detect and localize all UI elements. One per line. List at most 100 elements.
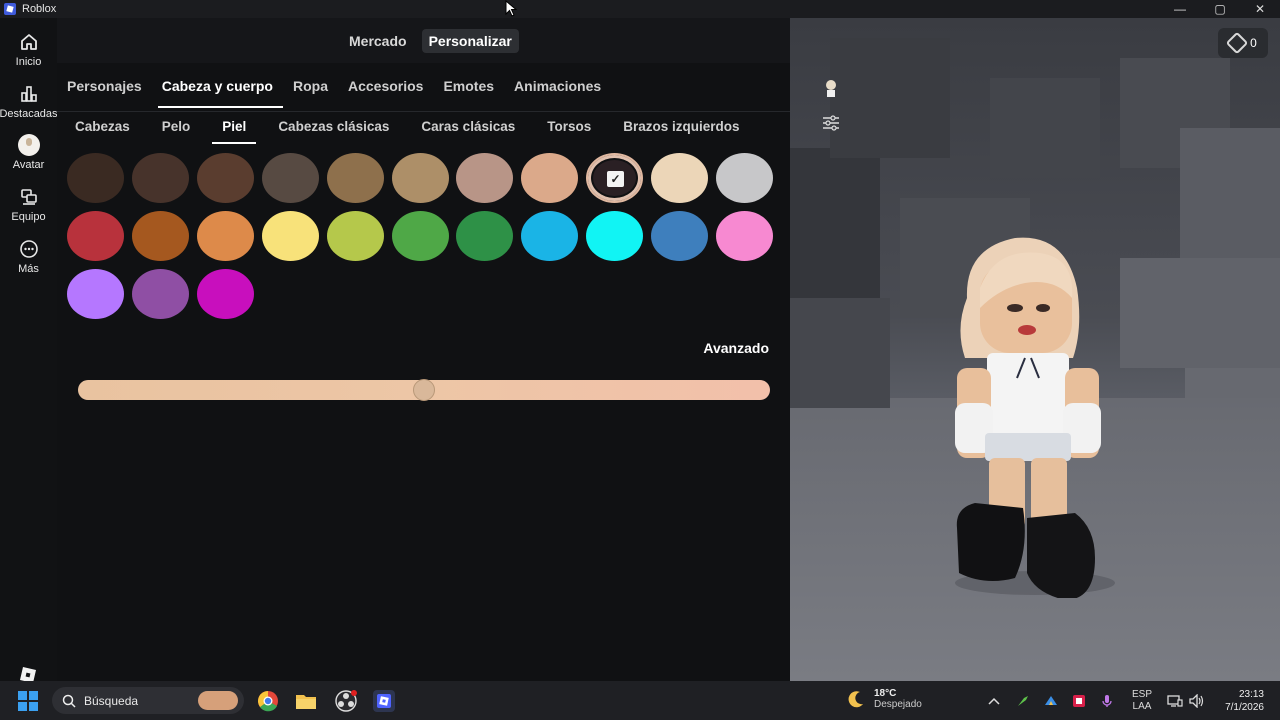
checkmark-icon: ✓ xyxy=(607,171,624,187)
microphone-icon[interactable] xyxy=(1098,681,1116,720)
scene-block xyxy=(990,78,1100,178)
skin-color-swatch[interactable] xyxy=(327,211,384,261)
skin-color-swatch[interactable] xyxy=(197,211,254,261)
tray-app-icon[interactable] xyxy=(1014,681,1032,720)
windows-logo-tile xyxy=(29,702,38,711)
skin-color-swatch[interactable] xyxy=(521,153,578,203)
tab-mercado[interactable]: Mercado xyxy=(342,29,414,53)
subtab-piel[interactable]: Piel xyxy=(212,119,257,144)
weather-widget[interactable]: 18°C Despejado xyxy=(846,688,922,710)
avatar-viewport[interactable]: 0 xyxy=(790,18,1280,681)
roblox-taskbar-icon[interactable] xyxy=(373,690,395,712)
scene-block xyxy=(830,38,950,158)
tab-personajes[interactable]: Personajes xyxy=(67,78,142,108)
nav-item-mas[interactable]: Más xyxy=(0,238,57,275)
chevron-up-icon[interactable] xyxy=(986,681,1002,720)
skin-color-swatch[interactable] xyxy=(67,153,124,203)
search-highlight-icon xyxy=(198,691,238,710)
tab-accesorios[interactable]: Accesorios xyxy=(348,78,423,108)
tab-animaciones[interactable]: Animaciones xyxy=(514,78,601,108)
obs-app-icon[interactable] xyxy=(335,690,357,712)
nav-item-destacadas[interactable]: Destacadas xyxy=(0,83,58,120)
skin-color-swatch[interactable] xyxy=(67,211,124,261)
panel-header: Mercado Personalizar xyxy=(57,18,790,63)
nav-label-inicio: Inicio xyxy=(15,56,42,68)
skin-color-swatch[interactable] xyxy=(197,153,254,203)
skin-color-swatch[interactable] xyxy=(132,269,189,319)
maximize-button[interactable]: ▢ xyxy=(1200,0,1240,18)
skin-color-swatch[interactable] xyxy=(262,211,319,261)
subtab-torsos[interactable]: Torsos xyxy=(547,119,591,144)
nav-label-avatar: Avatar xyxy=(12,159,45,171)
roblox-app-icon xyxy=(4,3,16,15)
sliders-icon xyxy=(823,115,839,131)
volume-icon[interactable] xyxy=(1188,681,1206,720)
home-icon xyxy=(18,31,40,53)
subtab-cabezas[interactable]: Cabezas xyxy=(75,119,130,144)
skin-color-swatch[interactable] xyxy=(716,211,773,261)
skin-color-swatch[interactable] xyxy=(67,269,124,319)
skin-color-swatch[interactable]: ✓ xyxy=(586,153,643,203)
skin-color-swatch[interactable] xyxy=(716,153,773,203)
lang-top: ESP xyxy=(1131,688,1152,700)
slider-thumb[interactable] xyxy=(413,379,435,401)
avatar-model xyxy=(955,237,1115,598)
tab-personalizar[interactable]: Personalizar xyxy=(421,29,519,53)
weather-text: 18°C Despejado xyxy=(874,688,922,710)
minimize-button[interactable]: — xyxy=(1160,0,1200,18)
start-button[interactable] xyxy=(18,691,38,711)
skin-color-swatch[interactable] xyxy=(651,211,708,261)
skin-color-swatch[interactable] xyxy=(132,153,189,203)
skin-color-swatch[interactable] xyxy=(262,153,319,203)
network-icon[interactable] xyxy=(1166,681,1184,720)
subtab-pelo[interactable]: Pelo xyxy=(162,119,191,144)
avatar-editor-panel: Mercado Personalizar Personajes Cabeza y… xyxy=(57,18,790,681)
avatar-thumbnail xyxy=(17,134,40,156)
top-tabs: Mercado Personalizar xyxy=(342,29,519,53)
nav-item-avatar[interactable]: Avatar xyxy=(0,134,57,171)
search-icon xyxy=(62,694,76,708)
weather-temp: 18°C xyxy=(874,688,897,699)
nav-item-inicio[interactable]: Inicio xyxy=(0,31,57,68)
clock-time: 23:13 xyxy=(1238,689,1264,700)
skin-color-swatch[interactable] xyxy=(132,211,189,261)
taskbar: Búsqueda 18°C Despejado ESP LAA 23:13 7/… xyxy=(0,681,1280,720)
file-explorer-icon[interactable] xyxy=(295,690,317,712)
robux-count: 0 xyxy=(1250,36,1257,50)
skin-color-swatch[interactable] xyxy=(586,211,643,261)
skin-tone-slider[interactable] xyxy=(78,379,770,401)
robux-badge[interactable]: 0 xyxy=(1218,28,1268,58)
nav-label-equipo: Equipo xyxy=(11,211,46,223)
mouse-cursor-icon xyxy=(505,0,518,17)
tab-cabeza-y-cuerpo[interactable]: Cabeza y cuerpo xyxy=(157,78,284,108)
tab-emotes[interactable]: Emotes xyxy=(443,78,494,108)
more-icon xyxy=(18,238,40,260)
subtab-caras-clasicas[interactable]: Caras clásicas xyxy=(421,119,515,144)
skin-color-swatch[interactable] xyxy=(197,269,254,319)
skin-color-swatch[interactable] xyxy=(456,211,513,261)
skin-color-swatch[interactable] xyxy=(456,153,513,203)
avatar-thumbnail-button[interactable] xyxy=(820,78,842,100)
nav-item-equipo[interactable]: Equipo xyxy=(0,186,57,223)
skin-color-swatch[interactable] xyxy=(392,153,449,203)
subtab-brazos-izquierdos[interactable]: Brazos izquierdos xyxy=(623,119,739,144)
weather-desc: Despejado xyxy=(874,699,922,710)
view-settings-button[interactable] xyxy=(820,112,842,134)
skin-color-swatch[interactable] xyxy=(521,211,578,261)
taskbar-search[interactable]: Búsqueda xyxy=(52,687,244,714)
skin-color-swatch[interactable] xyxy=(651,153,708,203)
tray-shield-icon[interactable] xyxy=(1042,681,1060,720)
system-clock[interactable]: 23:13 7/1/2026 xyxy=(1225,688,1264,714)
language-indicator[interactable]: ESP LAA xyxy=(1128,681,1156,720)
title-bar: Roblox — ▢ ✕ xyxy=(0,0,1280,18)
subtab-cabezas-clasicas[interactable]: Cabezas clásicas xyxy=(278,119,389,144)
nav-label-mas: Más xyxy=(18,263,39,275)
robux-icon xyxy=(1225,31,1249,55)
advanced-button[interactable]: Avanzado xyxy=(703,340,769,356)
tray-app2-icon[interactable] xyxy=(1070,681,1088,720)
skin-color-swatch[interactable] xyxy=(327,153,384,203)
tab-ropa[interactable]: Ropa xyxy=(293,78,328,108)
chrome-app-icon[interactable] xyxy=(257,690,279,712)
skin-color-swatch[interactable] xyxy=(392,211,449,261)
close-button[interactable]: ✕ xyxy=(1240,0,1280,18)
